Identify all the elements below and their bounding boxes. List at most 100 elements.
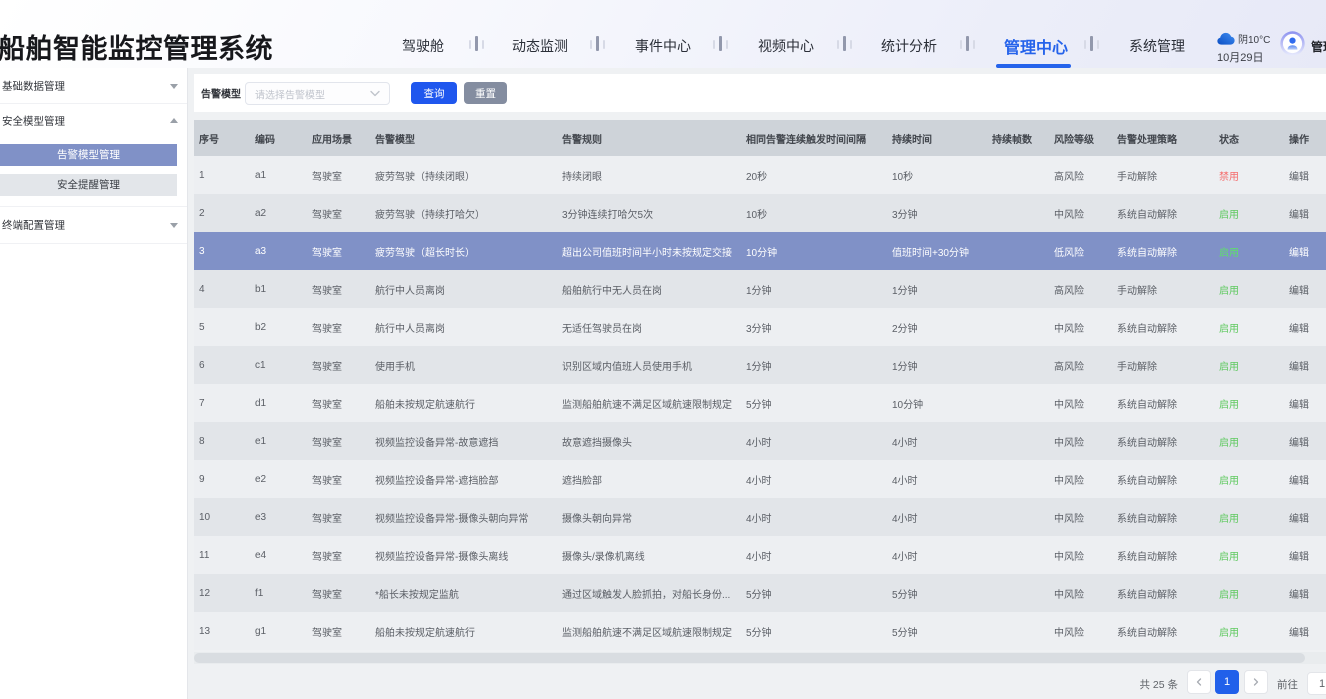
table-cell: 识别区域内值班人员使用手机: [562, 358, 746, 373]
sidebar-item-basic-data[interactable]: 基础数据管理: [0, 68, 187, 103]
table-cell: 驾驶室: [312, 244, 375, 259]
table-cell: 5分钟: [892, 586, 992, 601]
edit-link[interactable]: 编辑: [1289, 434, 1326, 449]
sidebar-item-safety-model[interactable]: 安全模型管理: [0, 103, 187, 138]
edit-link[interactable]: 编辑: [1289, 624, 1326, 639]
edit-link[interactable]: 编辑: [1289, 586, 1326, 601]
edit-link[interactable]: 编辑: [1289, 206, 1326, 221]
table-row-1[interactable]: 1a1驾驶室疲劳驾驶（持续闭眼）持续闭眼20秒10秒高风险手动解除禁用编辑: [194, 156, 1326, 194]
nav-item-3[interactable]: 事件中心: [635, 36, 691, 56]
nav-separator: [469, 36, 485, 52]
table-cell: 4小时: [746, 434, 892, 449]
column-header: 持续时间: [892, 131, 992, 146]
table-row-6[interactable]: 6c1驾驶室使用手机识别区域内值班人员使用手机1分钟1分钟高风险手动解除启用编辑: [194, 346, 1326, 384]
status-badge: 启用: [1219, 586, 1289, 601]
edit-link[interactable]: 编辑: [1289, 396, 1326, 411]
table-cell: 10: [199, 512, 255, 523]
scrollbar-thumb[interactable]: [194, 653, 1305, 663]
nav-item-1[interactable]: 驾驶舱: [402, 36, 444, 56]
table-cell: 故意遮挡摄像头: [562, 434, 746, 449]
table-cell: 6: [199, 360, 255, 371]
table-row-10[interactable]: 10e3驾驶室视频监控设备异常-摄像头朝向异常摄像头朝向异常4小时4小时中风险系…: [194, 498, 1326, 536]
avatar[interactable]: [1280, 31, 1305, 56]
reset-button[interactable]: 重置: [464, 82, 507, 104]
table-cell: 中风险: [1054, 320, 1117, 335]
pagination: 共 25 条 1 前往: [0, 663, 1326, 696]
table-cell: 驾驶室: [312, 586, 375, 601]
column-header: 风险等级: [1054, 131, 1117, 146]
active-nav-underline: [996, 64, 1071, 68]
table-row-5[interactable]: 5b2驾驶室航行中人员离岗无适任驾驶员在岗3分钟2分钟中风险系统自动解除启用编辑: [194, 308, 1326, 346]
status-badge: 启用: [1219, 472, 1289, 487]
edit-link[interactable]: 编辑: [1289, 244, 1326, 259]
edit-link[interactable]: 编辑: [1289, 510, 1326, 525]
edit-link[interactable]: 编辑: [1289, 548, 1326, 563]
next-page-button[interactable]: [1244, 670, 1268, 694]
table-cell: 1: [199, 170, 255, 181]
table-row-2[interactable]: 2a2驾驶室疲劳驾驶（持续打哈欠）3分钟连续打哈欠5次10秒3分钟中风险系统自动…: [194, 194, 1326, 232]
table-cell: 视频监控设备异常-故意遮挡: [375, 434, 562, 449]
table-cell: 11: [199, 550, 255, 561]
table-cell: 5分钟: [892, 624, 992, 639]
table-row-3[interactable]: 3a3驾驶室疲劳驾驶（超长时长）超出公司值班时间半小时未按规定交接10分钟值班时…: [194, 232, 1326, 270]
alarm-model-select[interactable]: 请选择告警模型: [245, 82, 390, 105]
table-cell: 4: [199, 284, 255, 295]
prev-page-button[interactable]: [1187, 670, 1211, 694]
table-cell: 高风险: [1054, 282, 1117, 297]
column-header: 编码: [255, 131, 312, 146]
table-cell: 手动解除: [1117, 282, 1219, 297]
table-row-12[interactable]: 12f1驾驶室*船长未按规定监航通过区域触发人脸抓拍，对船长身份...5分钟5分…: [194, 574, 1326, 612]
status-badge: 启用: [1219, 510, 1289, 525]
table-cell: 3: [199, 246, 255, 257]
edit-link[interactable]: 编辑: [1289, 282, 1326, 297]
user-name[interactable]: 管理员: [1311, 38, 1326, 55]
table-cell: 遮挡脸部: [562, 472, 746, 487]
nav-item-4[interactable]: 视频中心: [758, 36, 814, 56]
nav-item-2[interactable]: 动态监测: [512, 36, 568, 56]
column-header: 告警规则: [562, 131, 746, 146]
nav-item-7[interactable]: 系统管理: [1129, 36, 1185, 56]
nav-item-5[interactable]: 统计分析: [881, 36, 937, 56]
table-cell: 驾驶室: [312, 168, 375, 183]
table-cell: 4小时: [746, 510, 892, 525]
edit-link[interactable]: 编辑: [1289, 472, 1326, 487]
query-button[interactable]: 查询: [411, 82, 457, 104]
page-number-1[interactable]: 1: [1215, 670, 1239, 694]
edit-link[interactable]: 编辑: [1289, 320, 1326, 335]
table-cell: 10秒: [746, 206, 892, 221]
alarm-model-table: 序号编码应用场景告警模型告警规则相同告警连续触发时间间隔持续时间持续帧数风险等级…: [194, 120, 1326, 650]
app-title: 船舶智能监控管理系统: [0, 27, 273, 66]
nav-item-6[interactable]: 管理中心: [1004, 34, 1068, 58]
goto-page-input[interactable]: [1307, 672, 1326, 695]
table-cell: 20秒: [746, 168, 892, 183]
table-row-11[interactable]: 11e4驾驶室视频监控设备异常-摄像头离线摄像头/录像机离线4小时4小时中风险系…: [194, 536, 1326, 574]
table-cell: 5分钟: [746, 396, 892, 411]
table-cell: 系统自动解除: [1117, 624, 1219, 639]
edit-link[interactable]: 编辑: [1289, 168, 1326, 183]
table-cell: e1: [255, 436, 312, 447]
table-cell: 系统自动解除: [1117, 510, 1219, 525]
table-cell: 4小时: [746, 472, 892, 487]
table-body: 1a1驾驶室疲劳驾驶（持续闭眼）持续闭眼20秒10秒高风险手动解除禁用编辑2a2…: [194, 156, 1326, 650]
table-row-9[interactable]: 9e2驾驶室视频监控设备异常-遮挡脸部遮挡脸部4小时4小时中风险系统自动解除启用…: [194, 460, 1326, 498]
table-cell: 中风险: [1054, 624, 1117, 639]
column-header: 序号: [199, 131, 255, 146]
table-cell: 中风险: [1054, 472, 1117, 487]
table-row-4[interactable]: 4b1驾驶室航行中人员离岗船舶航行中无人员在岗1分钟1分钟高风险手动解除启用编辑: [194, 270, 1326, 308]
filter-label: 告警模型: [201, 86, 241, 101]
sidebar-subitem-safety-reminder[interactable]: 安全提醒管理: [0, 174, 177, 196]
table-row-7[interactable]: 7d1驾驶室船舶未按规定航速航行监测船舶航速不满足区域航速限制规定5分钟10分钟…: [194, 384, 1326, 422]
table-cell: 航行中人员离岗: [375, 282, 562, 297]
sidebar-item-terminal-config[interactable]: 终端配置管理: [0, 206, 187, 243]
nav-separator: [1084, 36, 1100, 52]
edit-link[interactable]: 编辑: [1289, 358, 1326, 373]
table-row-8[interactable]: 8e1驾驶室视频监控设备异常-故意遮挡故意遮挡摄像头4小时4小时中风险系统自动解…: [194, 422, 1326, 460]
table-cell: 2: [199, 208, 255, 219]
column-header: 告警模型: [375, 131, 562, 146]
table-cell: 8: [199, 436, 255, 447]
chevron-down-icon: [370, 90, 380, 97]
sidebar-subitem-alarm-model[interactable]: 告警模型管理: [0, 144, 177, 166]
cloud-icon: [1217, 32, 1235, 45]
status-badge: 启用: [1219, 548, 1289, 563]
table-row-13[interactable]: 13g1驾驶室船舶未按规定航速航行监测船舶航速不满足区域航速限制规定5分钟5分钟…: [194, 612, 1326, 650]
